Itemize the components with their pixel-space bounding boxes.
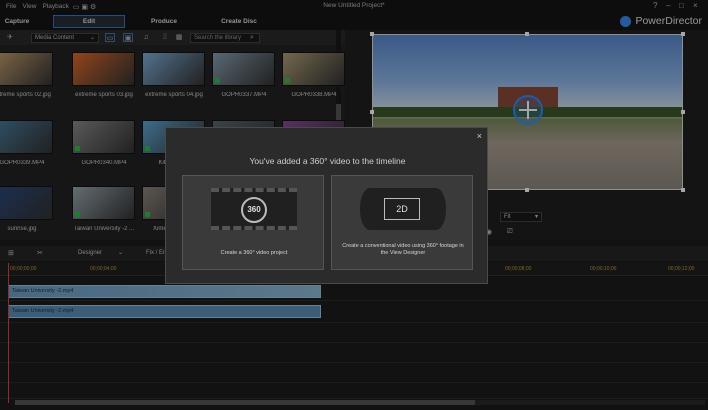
film-strip-icon: 360 — [211, 188, 297, 230]
360-badge-icon: 360 — [241, 197, 267, 223]
create-2d-caption: Create a conventional video using 360° f… — [342, 243, 464, 256]
2d-badge-icon: 2D — [384, 198, 420, 220]
create-360-project-option[interactable]: 360 Create a 360° video project — [182, 175, 324, 270]
curved-screen-icon: 2D — [360, 188, 446, 230]
create-360-caption: Create a 360° video project — [220, 250, 288, 256]
360-video-dialog: × You've added a 360° video to the timel… — [165, 127, 488, 284]
dialog-title: You've added a 360° video to the timelin… — [249, 156, 406, 166]
create-2d-video-option[interactable]: 2D Create a conventional video using 360… — [331, 175, 473, 270]
dialog-close-icon[interactable]: × — [477, 131, 482, 141]
